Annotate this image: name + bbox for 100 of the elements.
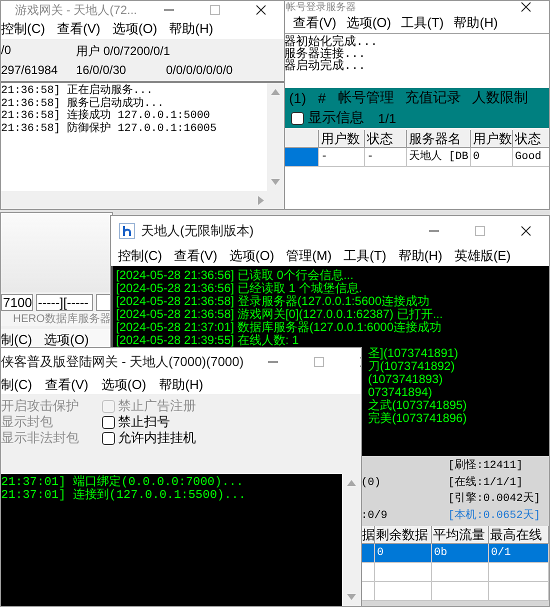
column-header[interactable]: 平均流量 [432,526,489,544]
status-text: 0/0/0/0/0/0/0 [166,63,233,77]
table-cell [489,563,549,582]
menu-item[interactable]: 查看(V) [174,247,218,265]
menu-item[interactable]: 选项(O) [229,247,274,265]
log-line: [2024-05-28 21:36:58] 登录服务器(127.0.0.1:5600连接成功 [115,295,430,308]
window-title: 游戏网关 - 天地人(72... [15,2,138,18]
menu-item[interactable]: 选项(O) [44,331,89,349]
column-header[interactable]: 状态 [513,130,549,148]
menu-item[interactable]: 选项(O) [101,376,146,394]
table-cell: Good [513,148,549,167]
checkbox-label: 禁止广告注册 [118,397,196,415]
input-field[interactable] [96,294,111,311]
menu-item[interactable]: 帮助(H) [169,20,214,38]
checkbox[interactable] [291,112,304,124]
menu-item[interactable]: 查看(V) [45,376,88,394]
menu-item[interactable]: 选项(O) [346,14,392,32]
menu-item[interactable]: 工具(T) [401,14,444,32]
menu-item[interactable]: 管理(M) [286,247,332,265]
table-cell [432,563,489,582]
log-line: 服务器连接... [284,48,367,60]
option-label: 显示非法封包 [1,429,79,447]
column-header[interactable]: 剩余数据 [375,526,432,544]
table-row[interactable]: 0 0b 0/1 [361,544,549,563]
toolbar-link[interactable]: 充值记录 [405,89,472,107]
menu-item[interactable]: 控制(C) [1,20,46,38]
status-text: [引擎:0.0042天] [448,491,542,507]
minimize-icon[interactable] [429,230,439,232]
status-text: [在线:1/1/1] [448,475,524,490]
log-line: 21:36:58] 防御保护 127.0.0.1:16005 [1,122,217,135]
column-header[interactable]: 用户数 [471,130,513,148]
menu-item[interactable]: 制(C) [1,376,32,394]
column-header[interactable]: 服务器名 [407,130,471,148]
status-text: :0/9 [361,508,388,524]
status-text: /0 [1,43,12,59]
menu-item[interactable]: 帮助(H) [454,14,498,32]
maximize-icon[interactable] [210,5,220,15]
checkbox[interactable] [102,432,115,444]
close-icon[interactable] [521,2,531,12]
log-line: 21:37:01] 连接到(127.0.0.1:5500)... [1,489,246,502]
table-cell [489,582,549,601]
column-header[interactable]: 用户数 [319,130,365,148]
menu-item[interactable]: 选项(O) [112,20,158,38]
log-line: (1073741893) [368,373,443,386]
checkbox-label: 显示信息 [308,109,364,127]
log-line: 圣](1073741891) [368,347,458,360]
log-line: [2024-05-28 21:39:55] 在线人数: 1 [115,334,299,347]
input-field[interactable]: 7100 [1,294,33,311]
table-cell [361,563,375,582]
log-line: 21:36:58] 连接成功 127.0.0.1:5000 [1,110,210,122]
minimize-icon[interactable] [268,360,278,362]
log-line: [2024-05-28 21:36:56] 已读取 0个行会信息... [115,269,354,282]
log-line: [2024-05-28 21:36:56] 已经读取 1 个城堡信息. [115,282,362,295]
log-line: [2024-05-28 21:37:01] 数据库服务器(127.0.0.1:6000连接成功 [115,321,442,334]
status-text: 16/0/0/30 [76,63,128,77]
scroll-up-icon[interactable] [271,89,280,95]
maximize-icon[interactable] [314,356,324,366]
table-cell: 0 [471,148,513,167]
close-icon[interactable] [256,5,266,15]
page-indicator: 1/1 [378,110,396,126]
table-cell [375,582,432,601]
scroll-up-icon[interactable] [347,480,356,486]
menu-item[interactable]: 查看(V) [57,20,100,38]
toolbar-link[interactable]: 人数限制 [472,89,539,107]
log-line: 073741894) [368,386,432,399]
scroll-right-icon[interactable] [258,196,264,204]
window-title: HERO数据库服务器 [1,312,112,326]
count-label: (1) [289,90,308,106]
status-text: [刷怪:12411] [448,458,524,474]
log-line: 器启动完成... [284,60,367,72]
table-cell [375,563,432,582]
close-icon[interactable] [521,226,531,236]
menu-item[interactable]: 查看(V) [293,14,336,32]
minimize-icon[interactable] [164,9,174,11]
window-title: 帐号登录服务器 [286,1,356,13]
menu-item[interactable]: 工具(T) [344,247,386,265]
status-text: (0) [361,476,382,490]
table-cell: - [365,148,407,167]
column-header[interactable]: 最高在线 [489,526,549,544]
menu-item[interactable]: 帮助(H) [159,376,204,394]
toolbar-link[interactable]: 帐号管理 [338,89,405,107]
column-header[interactable]: 状态 [365,130,407,148]
checkbox[interactable] [102,416,115,428]
app-logo-icon [119,223,135,239]
table-cell [361,582,375,601]
window-title: 天地人(无限制版本) [141,222,254,240]
menu-item[interactable]: 控制(C) [118,247,162,265]
log-line: 器初始化完成... [284,36,379,48]
log-line: 完美(1073741896) [368,412,467,425]
scroll-down-icon[interactable] [271,179,280,185]
option-label: 显示封包 [1,413,53,431]
input-field[interactable]: -----][----- [36,294,93,311]
maximize-icon[interactable] [475,226,485,236]
window-title: 侠客普及版登陆网关 - 天地人(7000)(7000) [1,352,244,370]
scroll-down-icon[interactable] [347,594,356,600]
row-header-cell[interactable] [284,148,319,167]
log-line: 21:37:01] 端口绑定(0.0.0.0:7000)... [1,476,244,489]
menu-item[interactable]: 制(C) [1,331,32,349]
menu-item[interactable]: 英雄版(E) [454,247,511,265]
menu-item[interactable]: 帮助(H) [398,247,442,265]
